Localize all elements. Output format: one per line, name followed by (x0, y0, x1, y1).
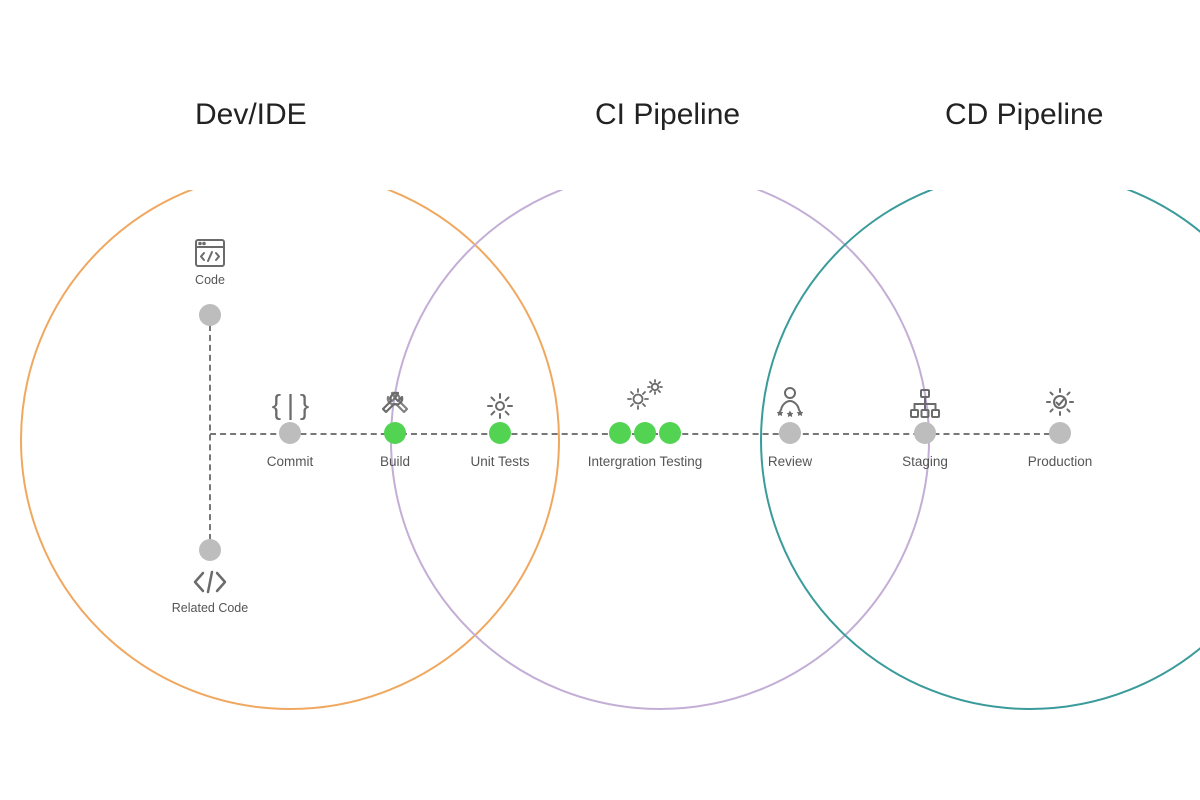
dev-title: Dev/IDE (195, 98, 307, 132)
code-window-icon (150, 235, 270, 271)
code-dot (199, 304, 221, 326)
integration-label: Intergration Testing (555, 454, 735, 469)
gear-icon (430, 383, 570, 421)
related-code-dot (199, 539, 221, 561)
hierarchy-icon (855, 383, 995, 421)
commit-dot (279, 422, 301, 444)
ci-title: CI Pipeline (595, 98, 740, 132)
related-code-label: Related Code (150, 601, 270, 615)
cd-circle-opening (895, 160, 1165, 190)
integration-dot-3 (659, 422, 681, 444)
integration-step: Intergration Testing (555, 450, 735, 469)
unit-label: Unit Tests (430, 454, 570, 469)
staging-dot (914, 422, 936, 444)
dev-circle-opening (150, 160, 420, 190)
production-step: Production (990, 450, 1130, 469)
integration-dot-2 (634, 422, 656, 444)
integration-step-icon (575, 377, 715, 415)
review-step-icon (720, 381, 860, 419)
review-step: Review (720, 450, 860, 469)
unit-step-icon (430, 383, 570, 421)
staging-step-icon (855, 383, 995, 421)
gears-icon (575, 377, 715, 415)
production-label: Production (990, 454, 1130, 469)
staging-label: Staging (855, 454, 995, 469)
staging-step: Staging (855, 450, 995, 469)
person-stars-icon (720, 381, 860, 419)
review-label: Review (720, 454, 860, 469)
integration-dot-1 (609, 422, 631, 444)
cd-title: CD Pipeline (945, 98, 1103, 132)
unit-dot (489, 422, 511, 444)
related-code-item: Related Code (150, 565, 270, 615)
review-dot (779, 422, 801, 444)
code-brackets-icon (150, 565, 270, 599)
code-item: Code (150, 235, 270, 287)
cicd-diagram: Dev/IDE CI Pipeline CD Pipeline Code (0, 0, 1200, 800)
unit-step: Unit Tests (430, 450, 570, 469)
production-step-icon (990, 381, 1130, 419)
ci-circle-opening (525, 160, 795, 190)
build-dot (384, 422, 406, 444)
production-dot (1049, 422, 1071, 444)
gear-check-icon (990, 381, 1130, 419)
code-label: Code (150, 273, 270, 287)
